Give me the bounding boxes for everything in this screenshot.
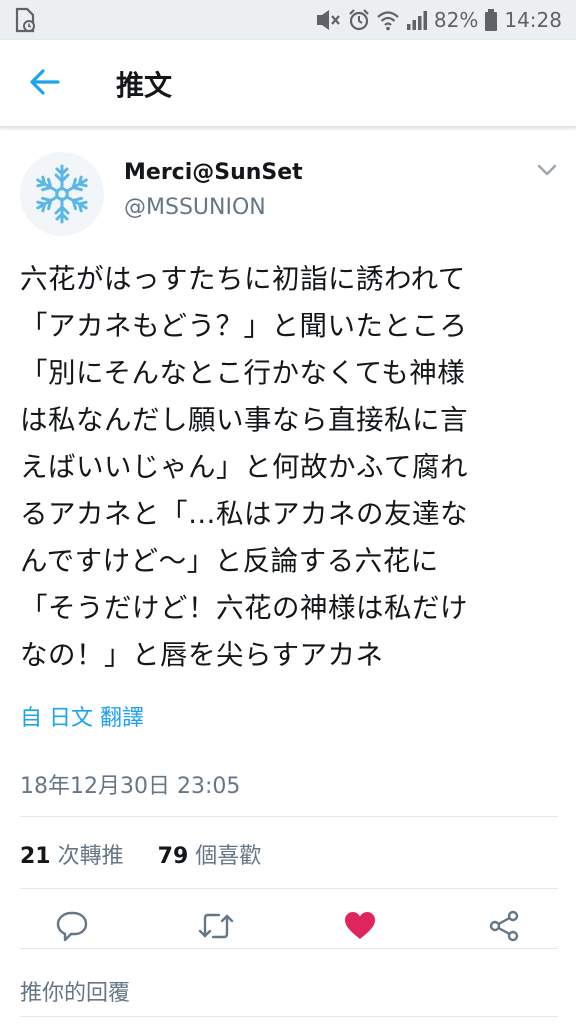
page-title: 推文 — [116, 69, 173, 102]
arrow-left-icon[interactable] — [28, 67, 62, 97]
retweet-stat[interactable]: 21 次轉推 — [20, 844, 131, 869]
divider — [20, 816, 558, 817]
reply-input[interactable]: 推你的回覆 — [20, 975, 130, 1007]
translate-link[interactable]: 自 日文 翻譯 — [20, 700, 144, 732]
status-bar: 82% 14:28 — [0, 0, 576, 40]
retweet-button[interactable] — [196, 906, 236, 946]
author-handle[interactable]: @MSSUNION — [124, 195, 266, 220]
retweet-label: 次轉推 — [57, 844, 124, 869]
like-stat[interactable]: 79 個喜歡 — [158, 844, 262, 869]
share-button[interactable] — [484, 906, 524, 946]
divider — [20, 948, 558, 949]
divider — [20, 1016, 558, 1017]
snowflake-icon — [33, 164, 91, 224]
signal-icon — [406, 9, 428, 31]
avatar[interactable] — [20, 152, 104, 236]
like-label: 個喜歡 — [195, 844, 262, 869]
mute-icon — [314, 9, 342, 31]
retweet-count: 21 — [20, 844, 51, 869]
like-count: 79 — [157, 844, 189, 869]
reply-icon — [56, 911, 88, 942]
author-name[interactable]: Merci@SunSet — [124, 160, 303, 185]
like-button[interactable] — [340, 906, 380, 946]
tweet-stats: 21 次轉推 79 個喜歡 — [20, 838, 261, 870]
app-bar: 推文 — [0, 40, 576, 128]
battery-percent: 82% — [433, 8, 479, 32]
divider — [20, 888, 558, 889]
tweet-timestamp: 18年12月30日 23:05 — [20, 774, 241, 799]
sim-card-icon — [14, 7, 36, 37]
chevron-down-icon[interactable] — [536, 162, 558, 178]
retweet-icon — [198, 913, 234, 939]
alarm-icon — [348, 9, 370, 31]
reply-button[interactable] — [52, 906, 92, 946]
wifi-icon — [376, 9, 400, 31]
clock: 14:28 — [504, 8, 562, 32]
tweet-text: 六花がはっすたちに初詣に誘われて 「アカネもどう？」と聞いたところ 「別にそんな… — [20, 263, 468, 671]
heart-icon — [345, 912, 375, 939]
battery-icon — [484, 9, 498, 31]
share-icon — [489, 910, 519, 942]
